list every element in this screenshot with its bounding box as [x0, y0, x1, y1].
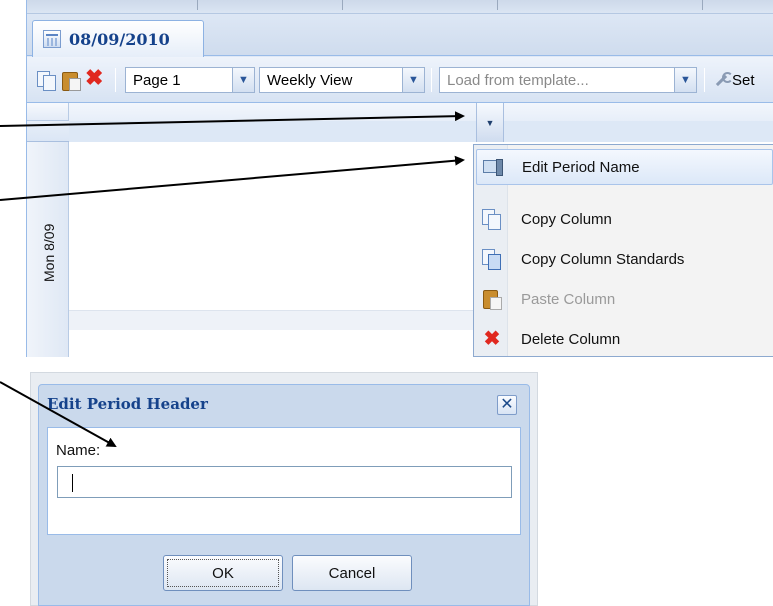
copy-icon: [482, 209, 502, 230]
name-label: Name:: [56, 442, 101, 459]
menu-item-label: Copy Column Standards: [521, 250, 685, 268]
calendar-icon: [43, 30, 61, 48]
tabstrip-divider: [497, 0, 498, 10]
menu-item-label: Edit Period Name: [522, 158, 640, 176]
page-select-value: Page 1: [133, 71, 181, 89]
paste-icon: [482, 289, 502, 310]
wrench-icon: [713, 72, 733, 88]
chevron-down-icon[interactable]: ▼: [232, 68, 254, 92]
cancel-button[interactable]: Cancel: [292, 555, 412, 591]
tabstrip-divider: [197, 0, 198, 10]
close-icon[interactable]: ✕: [497, 395, 517, 415]
settings-button[interactable]: Set: [713, 67, 755, 93]
edit-period-header-dialog: Edit Period Header ✕ Name: OK Cancel: [38, 384, 530, 606]
dialog-title: Edit Period Header: [47, 395, 208, 413]
toolbar: ✖ Page 1 ▼ Weekly View ▼ Load from templ…: [27, 57, 773, 103]
template-select-placeholder: Load from template...: [447, 71, 589, 89]
toolbar-separator: [431, 68, 432, 92]
copy-icon[interactable]: [36, 70, 56, 91]
page-select[interactable]: Page 1 ▼: [125, 67, 255, 93]
text-caret: [72, 474, 73, 492]
row-header: Mon 8/09: [27, 142, 69, 357]
copy-standards-icon: [482, 249, 502, 270]
name-input[interactable]: [57, 466, 512, 498]
tab-bar: 08/09/2010: [27, 14, 773, 57]
window-tabstrip: [27, 0, 773, 14]
dialog-body: Name:: [47, 427, 521, 535]
edit-period-icon: [483, 157, 503, 177]
row-header-label: Mon 8/09: [41, 223, 57, 282]
tabstrip-divider: [702, 0, 703, 10]
paste-icon[interactable]: [61, 70, 81, 91]
chevron-down-icon[interactable]: ▼: [674, 68, 696, 92]
grid-corner: [27, 103, 69, 121]
menu-item-copy-column[interactable]: Copy Column: [476, 201, 773, 237]
menu-item-delete-column[interactable]: ✖ Delete Column: [476, 321, 773, 357]
schedule-panel: 08/09/2010 ✖ Page 1 ▼ Weekly View ▼ Load…: [26, 0, 773, 357]
grid-column-header: ▼: [27, 103, 773, 142]
toolbar-separator: [704, 68, 705, 92]
menu-item-edit-period-name[interactable]: Edit Period Name: [476, 149, 773, 185]
tabstrip-divider: [342, 0, 343, 10]
menu-item-label: Paste Column: [521, 290, 616, 308]
ok-button[interactable]: OK: [163, 555, 283, 591]
menu-item-paste-column: Paste Column: [476, 281, 773, 317]
chevron-down-icon[interactable]: ▼: [402, 68, 424, 92]
column-context-menu: Edit Period Name Copy Column Copy Column…: [473, 144, 773, 357]
column-menu-trigger[interactable]: ▼: [476, 103, 504, 142]
tab-date-label: 08/09/2010: [69, 29, 170, 49]
menu-item-copy-column-standards[interactable]: Copy Column Standards: [476, 241, 773, 277]
toolbar-separator: [115, 68, 116, 92]
delete-icon: ✖: [483, 328, 501, 350]
menu-item-label: Delete Column: [521, 330, 621, 348]
column-header-bar: [69, 121, 773, 142]
view-select[interactable]: Weekly View ▼: [259, 67, 425, 93]
menu-item-label: Copy Column: [521, 210, 612, 228]
template-select[interactable]: Load from template... ▼: [439, 67, 697, 93]
view-select-value: Weekly View: [267, 71, 353, 89]
tab-date[interactable]: 08/09/2010: [32, 20, 204, 57]
settings-button-label: Set: [732, 71, 755, 89]
delete-icon[interactable]: ✖: [85, 67, 105, 89]
